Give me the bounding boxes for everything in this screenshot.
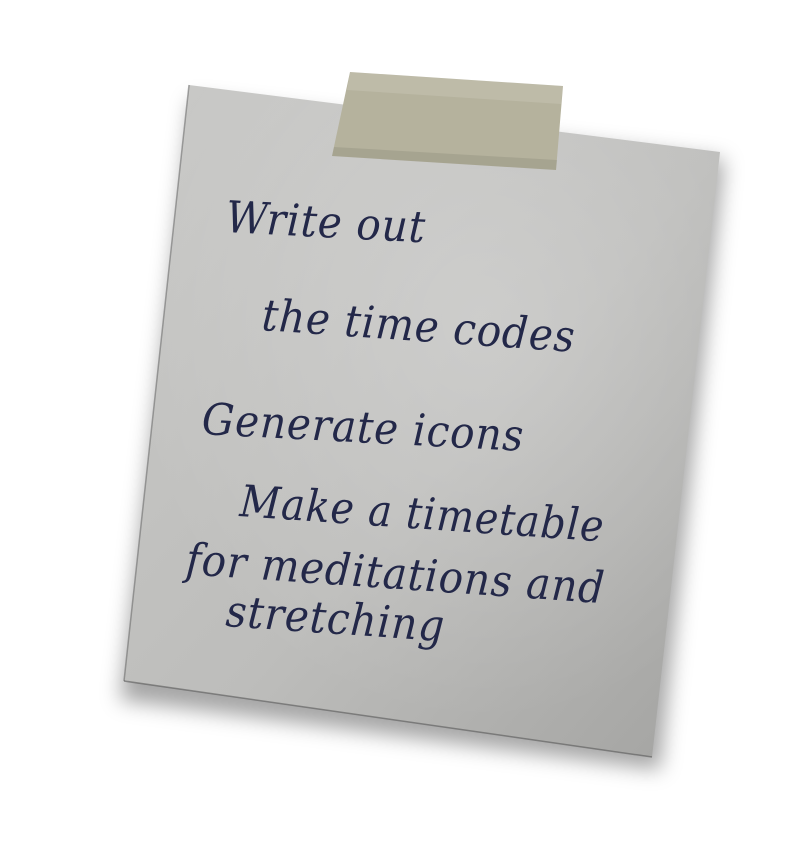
note-line-1: Write out [224, 192, 428, 254]
sticky-note-photo: Write out the time codes Generate icons … [0, 0, 788, 845]
